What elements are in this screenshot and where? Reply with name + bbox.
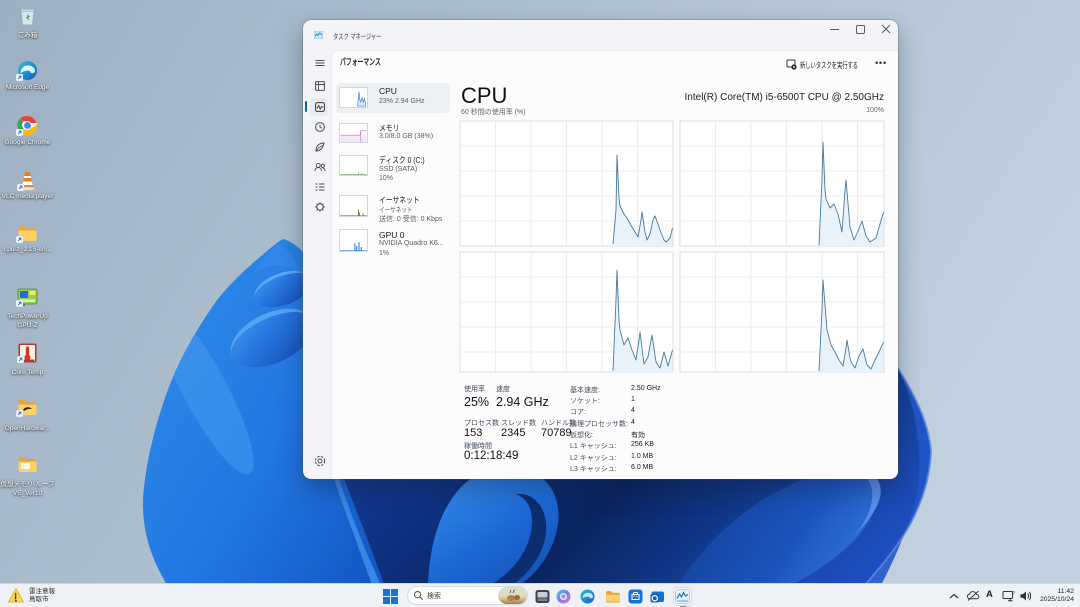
svg-text:?: ? [1012,591,1015,597]
